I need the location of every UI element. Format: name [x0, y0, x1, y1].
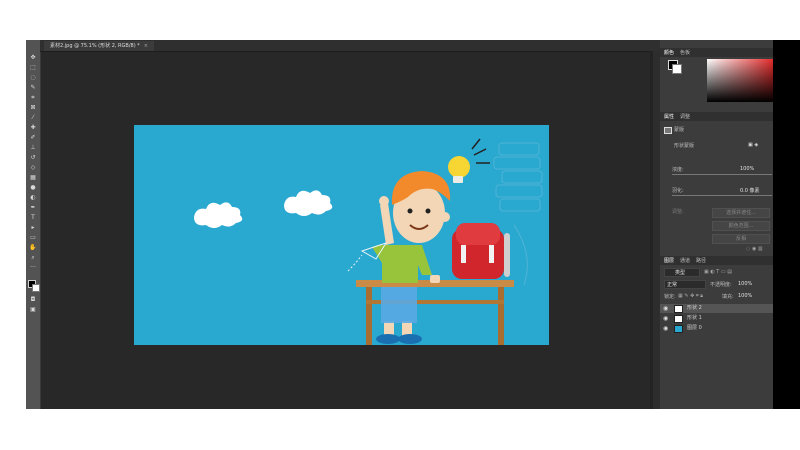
pen-tool-icon[interactable]: ✒	[28, 204, 38, 212]
photoshop-window: ✥ ⬚ ◌ ✎ ⌗ ⊠ ⁄ ✚ ✐ ⊥ ↺ ◇ ▦ ● ◐ ✒ T ▸ ▭ ✋ …	[26, 40, 789, 409]
feather-slider[interactable]	[672, 195, 772, 196]
tab-paths[interactable]: 路径	[696, 257, 706, 265]
layer-thumbnail	[674, 325, 683, 333]
density-slider[interactable]	[672, 174, 772, 175]
crop-tool-icon[interactable]: ⌗	[28, 94, 38, 102]
tab-properties[interactable]: 属性	[664, 113, 674, 121]
lasso-tool-icon[interactable]: ◌	[28, 74, 38, 82]
stamp-tool-icon[interactable]: ⊥	[28, 144, 38, 152]
move-tool-icon[interactable]: ✥	[28, 54, 38, 62]
frame-tool-icon[interactable]: ⊠	[28, 104, 38, 112]
gradient-tool-icon[interactable]: ▦	[28, 174, 38, 182]
layer-filter-icons[interactable]: ▣ ◐ T ▭ ▤	[704, 269, 732, 275]
density-label: 浓度:	[672, 167, 684, 173]
document-tab-bar: 素材2.jpg @ 75.1% (形状 2, RGB/8) * ×	[40, 40, 664, 52]
document-tab[interactable]: 素材2.jpg @ 75.1% (形状 2, RGB/8) * ×	[44, 41, 154, 51]
lock-label: 锁定:	[664, 294, 676, 300]
properties-panel-tabs: 属性 调整	[660, 112, 773, 121]
mask-icon	[664, 127, 672, 134]
panel-background-swatch[interactable]	[672, 64, 682, 74]
blend-mode-select[interactable]: 正常	[664, 280, 706, 289]
layer-row[interactable]: ◉ 图层 0	[660, 324, 773, 333]
panel-dock-strip	[653, 51, 660, 409]
desk	[356, 280, 514, 345]
adjust-label: 调整:	[672, 209, 684, 215]
hand-tool-icon[interactable]: ✋	[28, 244, 38, 252]
more-tools-icon[interactable]: ···	[28, 264, 38, 272]
marquee-tool-icon[interactable]: ⬚	[28, 64, 38, 72]
blend-mode-value: 正常	[667, 282, 678, 288]
layer-row[interactable]: ◉ 形状 2	[660, 304, 773, 313]
illustration	[194, 138, 543, 345]
light-bulb	[448, 138, 490, 183]
background-color-swatch[interactable]	[32, 284, 40, 292]
feather-label: 羽化:	[672, 188, 684, 194]
density-value[interactable]: 100%	[740, 166, 754, 172]
fill-value[interactable]: 100%	[738, 293, 752, 299]
tab-channels[interactable]: 通道	[680, 257, 690, 265]
layer-row[interactable]: ◉ 形状 1	[660, 314, 773, 323]
color-field[interactable]	[707, 59, 779, 102]
layer-filter-select[interactable]: 类型	[664, 268, 700, 277]
plane-trail	[347, 254, 363, 272]
feather-value[interactable]: 0.0 像素	[740, 187, 760, 194]
quick-select-tool-icon[interactable]: ✎	[28, 84, 38, 92]
select-mask-button[interactable]: 选择并遮住...	[712, 208, 770, 218]
opacity-value[interactable]: 100%	[738, 281, 752, 287]
red-backpack	[452, 223, 510, 279]
boy-character	[372, 171, 451, 344]
eye-icon[interactable]: ◉	[663, 324, 668, 333]
color-range-button[interactable]: 颜色范围...	[712, 221, 770, 231]
layer-type-label: 蒙版	[674, 127, 685, 133]
zoom-tool-icon[interactable]: ⌕	[28, 254, 38, 262]
layers-panel-tabs: 图层 通道 路径	[660, 256, 773, 265]
tab-color[interactable]: 颜色	[664, 49, 674, 57]
eyedropper-tool-icon[interactable]: ⁄	[28, 114, 38, 122]
brush-tool-icon[interactable]: ✐	[28, 134, 38, 142]
healing-tool-icon[interactable]: ✚	[28, 124, 38, 132]
layer-thumbnail	[674, 315, 683, 323]
cloud-right	[284, 190, 333, 216]
layer-thumbnail	[674, 305, 683, 313]
layer-name: 图层 0	[687, 325, 702, 331]
toolbar: ✥ ⬚ ◌ ✎ ⌗ ⊠ ⁄ ✚ ✐ ⊥ ↺ ◇ ▦ ● ◐ ✒ T ▸ ▭ ✋ …	[26, 40, 41, 409]
type-tool-icon[interactable]: T	[28, 214, 38, 222]
right-panels: 颜色 色板 属性 调整 蒙版 形状蒙版 ▣ ◈ 浓度: 100% 羽化: 0.0…	[660, 40, 789, 409]
quick-mask-icon[interactable]: ◘	[28, 296, 38, 304]
document-canvas[interactable]	[134, 125, 549, 345]
layer-name: 形状 1	[687, 315, 702, 321]
color-panel-tabs: 颜色 色板	[660, 48, 773, 57]
right-edge-bar	[773, 40, 800, 409]
section-label: 形状蒙版	[674, 143, 695, 149]
screen-mode-icon[interactable]: ▣	[28, 306, 38, 314]
tab-adjustments[interactable]: 调整	[680, 113, 690, 121]
tab-layers[interactable]: 图层	[664, 257, 674, 265]
blur-tool-icon[interactable]: ●	[28, 184, 38, 192]
document-tab-title: 素材2.jpg @ 75.1% (形状 2, RGB/8) *	[50, 43, 140, 49]
fill-label: 填充:	[722, 294, 734, 300]
eye-icon[interactable]: ◉	[663, 314, 668, 323]
close-icon[interactable]: ×	[144, 43, 148, 49]
shape-tool-icon[interactable]: ▭	[28, 234, 38, 242]
dodge-tool-icon[interactable]: ◐	[28, 194, 38, 202]
cloud-left	[194, 202, 243, 228]
mask-options-icon[interactable]: ▣ ◈	[748, 142, 758, 148]
lock-icons[interactable]: ▦ ✎ ✥ ⌗ 🔒︎	[678, 293, 703, 299]
eraser-tool-icon[interactable]: ◇	[28, 164, 38, 172]
path-select-tool-icon[interactable]: ▸	[28, 224, 38, 232]
layer-filter-value: 类型	[675, 270, 686, 276]
mask-actions-icons[interactable]: ◌ ◉ ▥	[746, 246, 763, 252]
opacity-label: 不透明度:	[710, 282, 732, 288]
layer-name: 形状 2	[687, 305, 702, 311]
eye-icon[interactable]: ◉	[663, 304, 668, 313]
history-brush-tool-icon[interactable]: ↺	[28, 154, 38, 162]
invert-button[interactable]: 反相	[712, 234, 770, 244]
tab-swatches[interactable]: 色板	[680, 49, 690, 57]
